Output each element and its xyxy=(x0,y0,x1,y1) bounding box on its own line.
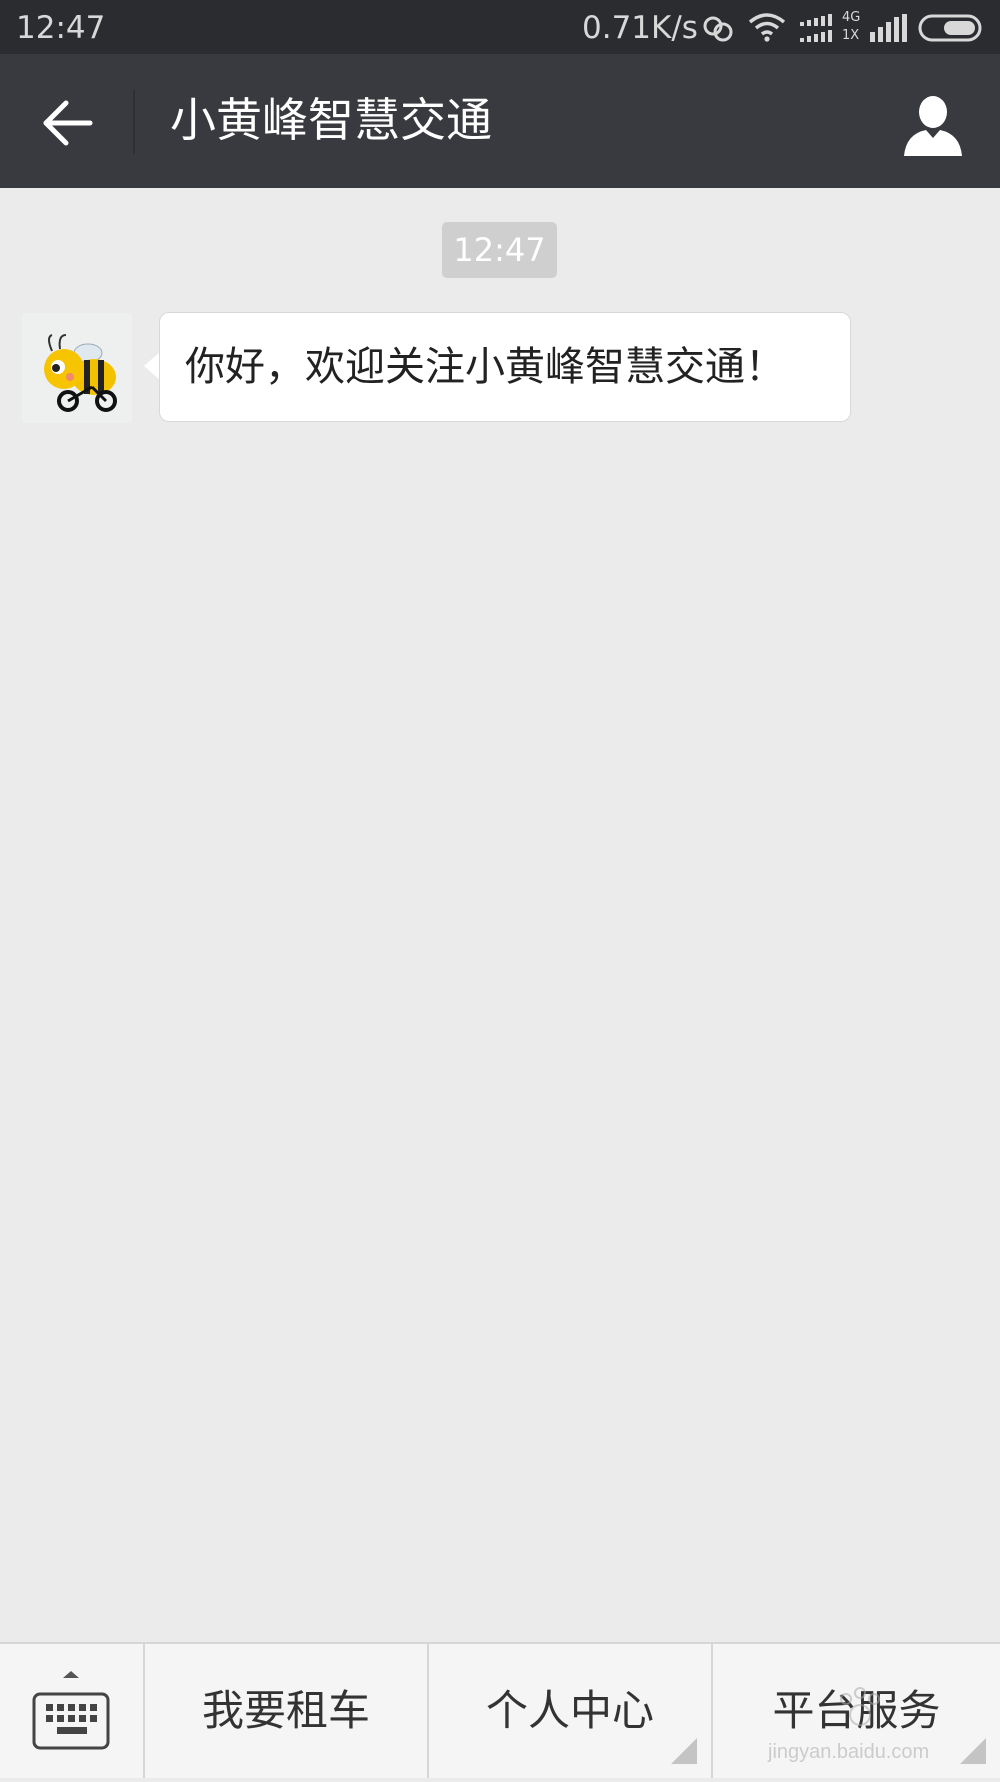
bottom-menu: 我要租车 个人中心 平台服务 xyxy=(0,1642,1000,1778)
menu-item-label: 个人中心 xyxy=(485,1686,654,1735)
chat-timestamp: 12:47 xyxy=(442,222,557,278)
wifi-icon xyxy=(748,13,786,42)
page-title: 小黄峰智慧交通 xyxy=(170,93,492,147)
menu-item-label: 平台服务 xyxy=(772,1686,941,1735)
profile-button[interactable] xyxy=(898,90,968,160)
submenu-indicator-icon xyxy=(960,1738,986,1764)
battery-icon xyxy=(918,14,982,42)
signal-icon xyxy=(870,14,907,42)
keyboard-toggle-button[interactable] xyxy=(0,1644,143,1778)
back-arrow-icon xyxy=(43,100,93,146)
menu-item-label: 我要租车 xyxy=(201,1686,370,1735)
menu-item-platform-services[interactable]: 平台服务 xyxy=(711,1644,1000,1778)
message-text: 你好，欢迎关注小黄峰智慧交通！ xyxy=(185,344,785,390)
signal-icon xyxy=(800,14,832,42)
network-type-top: 4G xyxy=(842,10,861,25)
back-button[interactable] xyxy=(30,88,100,158)
sync-icon xyxy=(703,16,733,42)
keyboard-icon xyxy=(32,1671,110,1750)
network-speed: 0.71K/s xyxy=(582,10,698,46)
title-bar: 小黄峰智慧交通 xyxy=(0,54,1000,188)
bubble-tail xyxy=(144,352,160,380)
menu-item-personal-center[interactable]: 个人中心 xyxy=(427,1644,711,1778)
status-time: 12:47 xyxy=(16,10,106,46)
avatar[interactable] xyxy=(22,313,132,423)
network-type-bottom: 1X xyxy=(842,28,860,43)
bee-avatar-icon xyxy=(44,334,117,412)
status-bar: 12:47 0.71K/s 4G 1X xyxy=(0,0,1000,54)
message-bubble[interactable]: 你好，欢迎关注小黄峰智慧交通！ xyxy=(159,312,851,422)
title-divider xyxy=(133,90,135,154)
menu-item-rent-car[interactable]: 我要租车 xyxy=(143,1644,427,1778)
person-icon xyxy=(904,96,962,156)
submenu-indicator-icon xyxy=(671,1738,697,1764)
